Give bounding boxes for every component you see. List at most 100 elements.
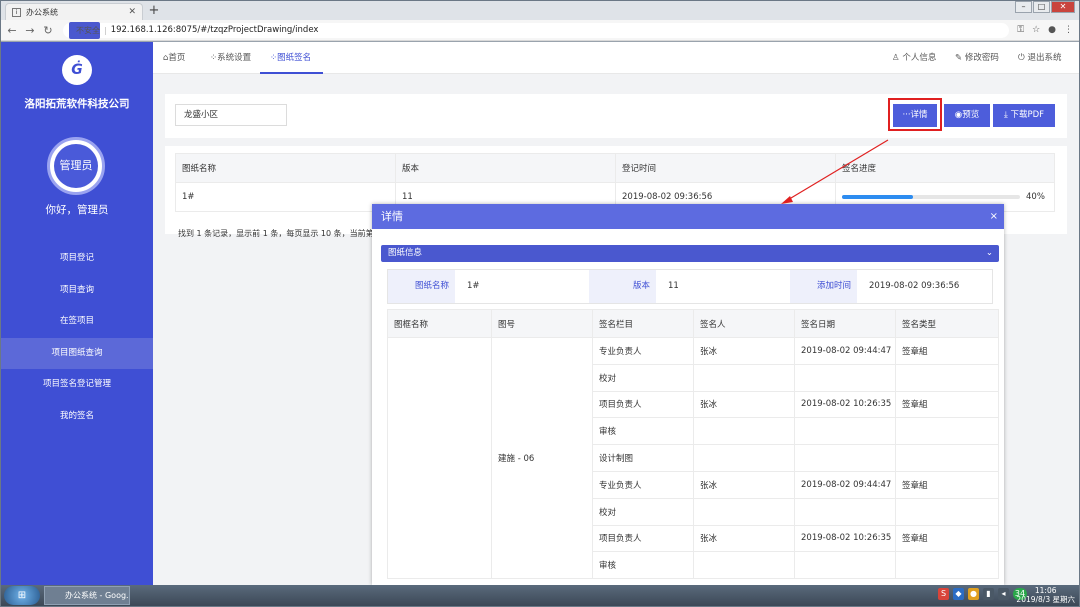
- sidebar-item-signing-projects[interactable]: 在签项目: [1, 306, 153, 338]
- detail-button[interactable]: ···详情: [893, 104, 937, 127]
- cell-column: 设计制图: [592, 444, 694, 472]
- cell-column: 审核: [592, 551, 694, 580]
- column-header[interactable]: 签名进度: [835, 153, 1055, 183]
- minimize-button[interactable]: –: [1015, 1, 1032, 13]
- preview-label: 预览: [962, 110, 980, 120]
- column-header[interactable]: 登记时间: [615, 153, 836, 183]
- cell-column: 审核: [592, 417, 694, 446]
- cell-type: 签章組: [895, 337, 999, 365]
- cell-type: [895, 551, 999, 580]
- section-header[interactable]: 图纸信息 ⌄: [381, 245, 999, 262]
- close-tab-icon[interactable]: ✕: [128, 7, 136, 17]
- detail-dialog: 详情 × 图纸信息 ⌄ 图纸名称 1# 版本 11 添加时间 2019-08-0…: [372, 204, 1004, 585]
- progress-track: [842, 195, 1020, 199]
- pager-info: 找到 1 条记录，显示前 1 条，每页显示 10 条，当前第 1 页: [178, 229, 392, 238]
- taskbar-clock[interactable]: 11:06 2019/8/3 星期六: [1016, 586, 1075, 604]
- column-header: 签名人: [693, 309, 795, 338]
- user-info-link[interactable]: ♙ 个人信息: [892, 42, 936, 74]
- back-icon[interactable]: ←: [7, 24, 17, 37]
- sidebar-item-my-signature[interactable]: 我的签名: [1, 401, 153, 433]
- table-row: 建施 - 06 专业负责人 张冰 2019-08-02 09:44:47 签章組: [387, 336, 999, 580]
- menu-icon[interactable]: ⋮: [1064, 25, 1073, 35]
- column-header: 签名类型: [895, 309, 999, 338]
- reload-icon[interactable]: ↻: [43, 24, 53, 37]
- search-input[interactable]: 龙盛小区: [175, 104, 287, 126]
- avatar: 管理员: [47, 137, 105, 195]
- cell-type: [895, 444, 999, 472]
- tab-system-settings[interactable]: ⁘系统设置: [210, 42, 251, 74]
- forward-icon[interactable]: →: [25, 24, 35, 37]
- greeting: 你好，管理员: [45, 204, 109, 216]
- info-added-label: 添加时间: [790, 270, 857, 303]
- cell-column: 项目负责人: [592, 524, 694, 553]
- tray-app-icon[interactable]: ●: [968, 588, 979, 600]
- cell-date: [794, 444, 896, 472]
- account-icon[interactable]: ●: [1048, 25, 1056, 35]
- column-header: 图框名称: [387, 309, 492, 338]
- url-separator: |: [104, 25, 107, 35]
- clock-date: 2019/8/3 星期六: [1016, 595, 1075, 604]
- cell-name: 1#: [175, 182, 396, 212]
- column-header[interactable]: 版本: [395, 153, 616, 183]
- progress-text: 40%: [1026, 192, 1045, 202]
- cell-date: 2019-08-02 09:44:47: [794, 337, 896, 365]
- tab-home[interactable]: ⌂首页: [163, 42, 185, 74]
- top-nav: ⌂首页 ⁘系统设置 ⁘图纸签名 ♙ 个人信息 ✎ 修改密码 ⏻ 退出系统: [153, 42, 1079, 74]
- tray-network-icon[interactable]: ▮: [983, 588, 994, 600]
- drawing-info: 图纸名称 1# 版本 11 添加时间 2019-08-02 09:36:56: [387, 269, 993, 304]
- cell-frame-name: [387, 336, 492, 580]
- tray-volume-icon[interactable]: ◂: [998, 588, 1009, 600]
- window-close-button[interactable]: ✕: [1051, 1, 1075, 13]
- cell-column: 专业负责人: [592, 337, 694, 365]
- column-header: 签名栏目: [592, 309, 694, 338]
- sidebar-item-signature-register[interactable]: 项目签名登记管理: [1, 369, 153, 401]
- cell-type: [895, 417, 999, 446]
- start-button[interactable]: ⊞: [4, 586, 40, 605]
- logout-link[interactable]: ⏻ 退出系统: [1018, 42, 1061, 74]
- taskbar-item-browser[interactable]: 办公系统 - Goog...: [44, 586, 130, 605]
- user-info-label: 个人信息: [902, 53, 937, 63]
- download-pdf-button[interactable]: ⤓ 下载PDF: [993, 104, 1055, 127]
- maximize-button[interactable]: □: [1033, 1, 1050, 13]
- edit-icon: ✎: [955, 53, 965, 63]
- sidebar-item-project-query[interactable]: 项目查询: [1, 275, 153, 307]
- sidebar-item-drawing-query[interactable]: 项目图纸查询: [1, 337, 153, 369]
- cell-column: 校对: [592, 363, 694, 392]
- cell-date: [794, 551, 896, 580]
- system-tray: S ◆ ● ▮ ◂ 34: [938, 588, 1027, 600]
- tab-drawing-signature[interactable]: ⁘图纸签名: [260, 42, 324, 74]
- dialog-close-icon[interactable]: ×: [990, 204, 998, 229]
- url-text: 192.168.1.126:8075/#/tzqzProjectDrawing/…: [110, 25, 319, 35]
- column-header: 签名日期: [794, 309, 896, 338]
- tray-antivirus-icon[interactable]: S: [938, 588, 949, 600]
- cell-signer: [693, 363, 795, 392]
- browser-tab-title: 办公系统: [26, 7, 58, 17]
- change-password-link[interactable]: ✎ 修改密码: [955, 42, 999, 74]
- key-icon[interactable]: ⚿: [1017, 25, 1024, 35]
- preview-button[interactable]: ◉预览: [944, 104, 990, 127]
- clock-time: 11:06: [1034, 586, 1057, 595]
- user-icon: ♙: [892, 53, 903, 63]
- cell-signer: 张冰: [693, 337, 795, 365]
- sidebar-item-project-register[interactable]: 项目登记: [1, 243, 153, 275]
- company-logo-icon: Ġ: [62, 55, 92, 85]
- table-header-row: 图纸名称 版本 登记时间 签名进度: [175, 153, 1055, 183]
- cell-type: [895, 497, 999, 526]
- cell-signer: 张冰: [693, 470, 795, 499]
- section-title: 图纸信息: [388, 248, 423, 258]
- star-icon[interactable]: ☆: [1032, 25, 1040, 35]
- sidebar-menu: 项目登记 项目查询 在签项目 项目图纸查询 项目签名登记管理 我的签名: [1, 243, 153, 432]
- table-header-row: 图框名称 图号 签名栏目 签名人 签名日期 签名类型: [387, 309, 999, 338]
- tray-shield-icon[interactable]: ◆: [953, 588, 964, 600]
- cell-date: [794, 363, 896, 392]
- browser-tab-strip: i 办公系统 ✕ + – □ ✕: [1, 1, 1079, 20]
- column-header[interactable]: 图纸名称: [175, 153, 396, 183]
- browser-tab[interactable]: i 办公系统 ✕: [5, 3, 143, 20]
- url-input[interactable]: i 不安全 | 192.168.1.126:8075/#/tzqzProject…: [7, 21, 1010, 53]
- security-label: 不安全: [69, 21, 100, 39]
- address-bar: ← → ↻ i 不安全 | 192.168.1.126:8075/#/tzqzP…: [1, 20, 1079, 53]
- window-controls: – □ ✕: [1015, 1, 1075, 13]
- new-tab-button[interactable]: +: [147, 4, 161, 18]
- chevron-down-icon[interactable]: ⌄: [986, 245, 993, 262]
- cell-column: 校对: [592, 497, 694, 526]
